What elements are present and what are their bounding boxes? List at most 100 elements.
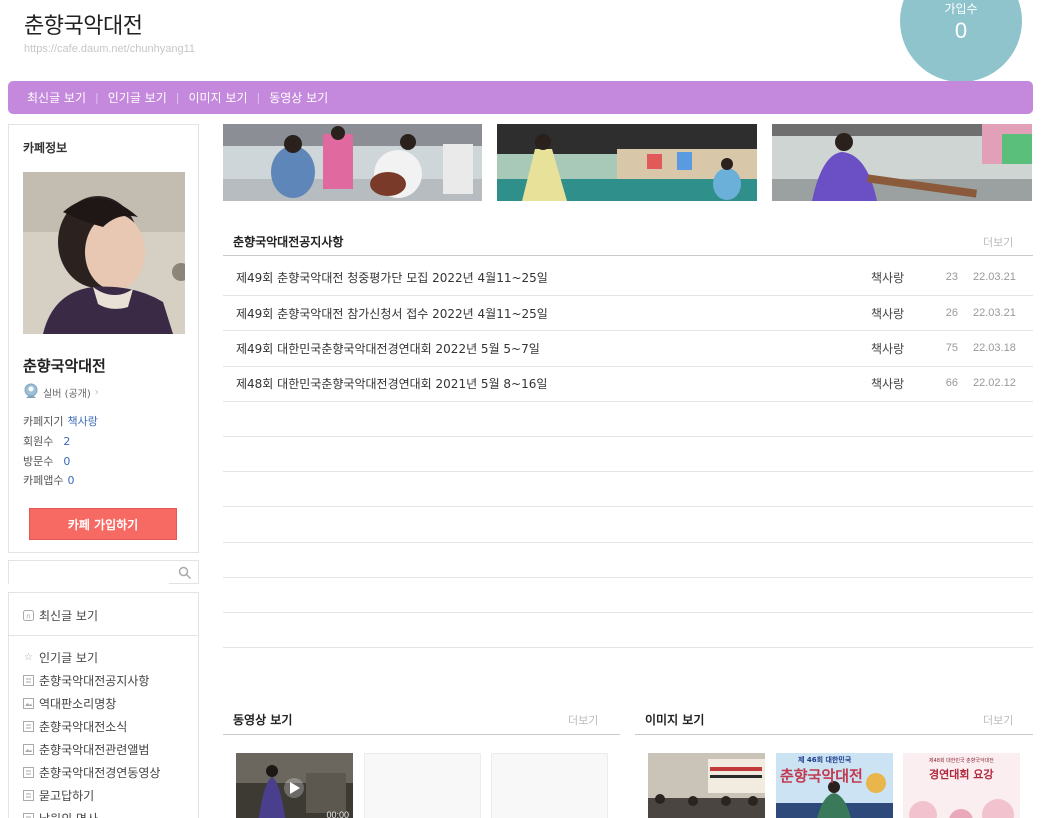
app-count: 카페앱수 0 bbox=[23, 472, 74, 488]
notice-row-date: 22.03.18 bbox=[973, 342, 1016, 354]
cafe-grade[interactable]: 실버 (공개) › bbox=[23, 383, 99, 402]
menu-item-popular[interactable]: ☆ 인기글 보기 bbox=[23, 649, 98, 666]
visitor-badge: 가입수 0 bbox=[900, 0, 1022, 82]
row-divider bbox=[223, 436, 1033, 437]
stat-value: 0 bbox=[67, 474, 75, 487]
stat-value: 0 bbox=[63, 455, 71, 468]
notice-row-views: 66 bbox=[945, 377, 958, 389]
menu-item-notables[interactable]: 남원의 명사 bbox=[23, 810, 98, 818]
poster-text: 경연대회 요강 bbox=[929, 768, 994, 781]
search-icon[interactable] bbox=[178, 565, 192, 580]
notice-row-author[interactable]: 책사랑 bbox=[871, 305, 904, 322]
image-thumbnail[interactable]: 제48회 대한민국 춘향국악대전 경연대회 요강 bbox=[903, 753, 1020, 818]
banner-image-performance-1[interactable] bbox=[223, 124, 482, 201]
notice-row-author[interactable]: 책사랑 bbox=[871, 375, 904, 392]
menu-item-album[interactable]: 춘향국악대전관련앨범 bbox=[23, 741, 149, 758]
stat-label: 카페앱수 bbox=[23, 474, 64, 487]
menu-item-label: 춘향국악대전공지사항 bbox=[39, 674, 150, 688]
menubar-videos[interactable]: 동영상 보기 bbox=[260, 89, 337, 106]
banner-image-performance-3[interactable] bbox=[772, 124, 1032, 201]
video-thumbnail-empty bbox=[491, 753, 608, 818]
svg-text:n: n bbox=[26, 612, 30, 620]
video-duration: 00:00 bbox=[326, 810, 349, 818]
notice-row-title[interactable]: 제49회 춘향국악대전 청중평가단 모집 2022년 4월11~25일 bbox=[236, 269, 548, 286]
menu-divider bbox=[9, 635, 198, 636]
visitor-count: 0 bbox=[954, 18, 968, 43]
cafe-title[interactable]: 춘향국악대전 bbox=[24, 8, 143, 40]
board-icon bbox=[23, 721, 34, 732]
visit-count: 방문수 0 bbox=[23, 453, 70, 469]
notice-header-line bbox=[223, 255, 1033, 256]
board-icon bbox=[23, 675, 34, 686]
image-section-line bbox=[635, 734, 1033, 735]
row-divider bbox=[223, 542, 1033, 543]
notice-board-title[interactable]: 춘향국악대전공지사항 bbox=[233, 233, 343, 250]
menu-item-label: 인기글 보기 bbox=[39, 651, 99, 665]
notice-row-title[interactable]: 제49회 대한민국춘향국악대전경연대회 2022년 5월 5~7일 bbox=[236, 340, 540, 357]
menu-item-label: 역대판소리명창 bbox=[39, 697, 117, 711]
cafe-info-heading: 카페정보 bbox=[23, 141, 68, 155]
silver-grade-icon bbox=[23, 383, 39, 402]
menu-item-label: 남원의 명사 bbox=[39, 810, 98, 818]
board-menu: n 최신글 보기 ☆ 인기글 보기 춘향국악대전공지사항 역대판소리명창 춘향국… bbox=[8, 592, 199, 818]
join-cafe-button[interactable]: 카페 가입하기 bbox=[29, 508, 177, 540]
row-divider bbox=[223, 401, 1033, 402]
notice-row-views: 75 bbox=[945, 342, 958, 354]
row-divider bbox=[223, 647, 1033, 648]
board-icon bbox=[23, 767, 34, 778]
row-divider bbox=[223, 366, 1033, 367]
row-divider bbox=[223, 295, 1033, 296]
album-icon bbox=[23, 698, 34, 709]
member-count: 회원수 2 bbox=[23, 433, 70, 449]
row-divider bbox=[223, 577, 1033, 578]
video-thumbnail-empty bbox=[364, 753, 481, 818]
album-icon bbox=[23, 744, 34, 755]
notice-row-author[interactable]: 책사랑 bbox=[871, 269, 904, 286]
menu-item-label: 춘향국악대전관련앨범 bbox=[39, 743, 150, 757]
stat-value[interactable]: 2 bbox=[63, 435, 70, 448]
notice-row-author[interactable]: 책사랑 bbox=[871, 340, 904, 357]
notice-row-date: 22.03.21 bbox=[973, 307, 1016, 319]
menu-item-news[interactable]: 춘향국악대전소식 bbox=[23, 718, 127, 735]
notice-row-date: 22.02.12 bbox=[973, 377, 1016, 389]
cafe-profile-image[interactable] bbox=[23, 172, 185, 334]
new-icon: n bbox=[23, 610, 34, 621]
image-more-link[interactable]: 더보기 bbox=[983, 712, 1013, 728]
image-thumbnail[interactable]: 제 46회 대한민국 춘향국악대전 bbox=[776, 753, 893, 818]
top-menubar: 최신글 보기 | 인기글 보기 | 이미지 보기 | 동영상 보기 bbox=[8, 81, 1033, 114]
row-divider bbox=[223, 506, 1033, 507]
menu-item-notice[interactable]: 춘향국악대전공지사항 bbox=[23, 672, 149, 689]
menu-item-qna[interactable]: 묻고답하기 bbox=[23, 787, 94, 804]
menu-item-masters[interactable]: 역대판소리명창 bbox=[23, 695, 116, 712]
cafe-url[interactable]: https://cafe.daum.net/chunhyang11 bbox=[24, 43, 195, 55]
row-divider bbox=[223, 330, 1033, 331]
row-divider bbox=[223, 612, 1033, 613]
image-section-title[interactable]: 이미지 보기 bbox=[645, 711, 704, 728]
menubar-recent-posts[interactable]: 최신글 보기 bbox=[18, 89, 95, 106]
chevron-right-icon: › bbox=[94, 387, 99, 398]
banner-image-performance-2[interactable] bbox=[497, 124, 757, 201]
video-section-line bbox=[223, 734, 620, 735]
poster-text: 제 46회 대한민국 bbox=[798, 756, 852, 764]
video-section-title[interactable]: 동영상 보기 bbox=[233, 711, 292, 728]
notice-row-views: 26 bbox=[945, 307, 958, 319]
menubar-images[interactable]: 이미지 보기 bbox=[179, 89, 256, 106]
menubar-popular-posts[interactable]: 인기글 보기 bbox=[99, 89, 176, 106]
notice-row-title[interactable]: 제49회 춘향국악대전 참가신청서 접수 2022년 4월11~25일 bbox=[236, 305, 548, 322]
stat-label: 회원수 bbox=[23, 435, 54, 448]
image-thumbnail[interactable] bbox=[648, 753, 765, 818]
stat-label: 카페지기 bbox=[23, 415, 64, 428]
menu-item-videos[interactable]: 춘향국악대전경연동영상 bbox=[23, 764, 160, 781]
stat-value[interactable]: 책사랑 bbox=[67, 415, 97, 428]
cafe-search bbox=[8, 560, 199, 584]
poster-text: 춘향국악대전 bbox=[780, 767, 863, 785]
video-more-link[interactable]: 더보기 bbox=[568, 712, 598, 728]
menu-item-label: 최신글 보기 bbox=[39, 609, 99, 623]
search-input[interactable] bbox=[9, 562, 169, 584]
notice-row-title[interactable]: 제48회 대한민국춘향국악대전경연대회 2021년 5월 8~16일 bbox=[236, 375, 547, 392]
menu-item-recent[interactable]: n 최신글 보기 bbox=[23, 607, 98, 624]
visitor-label: 가입수 bbox=[944, 2, 978, 16]
row-divider bbox=[223, 471, 1033, 472]
video-thumbnail[interactable]: 00:00 bbox=[236, 753, 353, 818]
notice-more-link[interactable]: 더보기 bbox=[983, 234, 1013, 250]
